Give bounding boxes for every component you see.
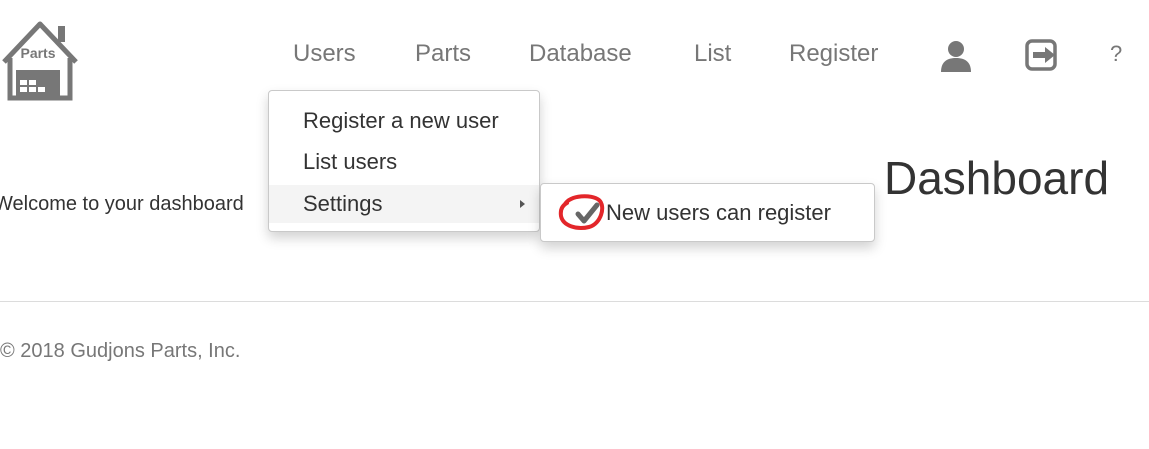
menu-item-settings[interactable]: Settings [269, 185, 539, 223]
divider [0, 301, 1149, 302]
menu-item-settings-label: Settings [303, 191, 383, 216]
user-icon[interactable] [938, 38, 974, 74]
logo-text: Parts [20, 45, 55, 61]
nav-list[interactable]: List [694, 36, 731, 72]
nav-register[interactable]: Register [789, 36, 878, 72]
checkmark-icon [558, 194, 605, 230]
page-title: Dashboard [884, 152, 1110, 204]
chevron-right-icon [520, 200, 525, 208]
help-button[interactable]: ? [1110, 38, 1122, 70]
users-dropdown-menu: Register a new user List users Settings [268, 90, 540, 232]
toggle-new-users-can-register[interactable]: New users can register [541, 194, 874, 232]
nav-users[interactable]: Users [293, 36, 356, 72]
footer-copyright: © 2018 Gudjons Parts, Inc. [0, 340, 241, 362]
logout-icon[interactable] [1024, 38, 1060, 74]
welcome-text: Welcome to your dashboard [0, 193, 244, 215]
menu-item-register-user[interactable]: Register a new user [269, 102, 539, 140]
menu-item-list-users[interactable]: List users [269, 143, 539, 181]
nav-parts[interactable]: Parts [415, 36, 471, 72]
new-users-can-register-label: New users can register [606, 200, 831, 225]
parts-logo[interactable]: Parts [0, 18, 80, 102]
nav-database[interactable]: Database [529, 36, 632, 72]
settings-submenu: New users can register [540, 183, 875, 242]
